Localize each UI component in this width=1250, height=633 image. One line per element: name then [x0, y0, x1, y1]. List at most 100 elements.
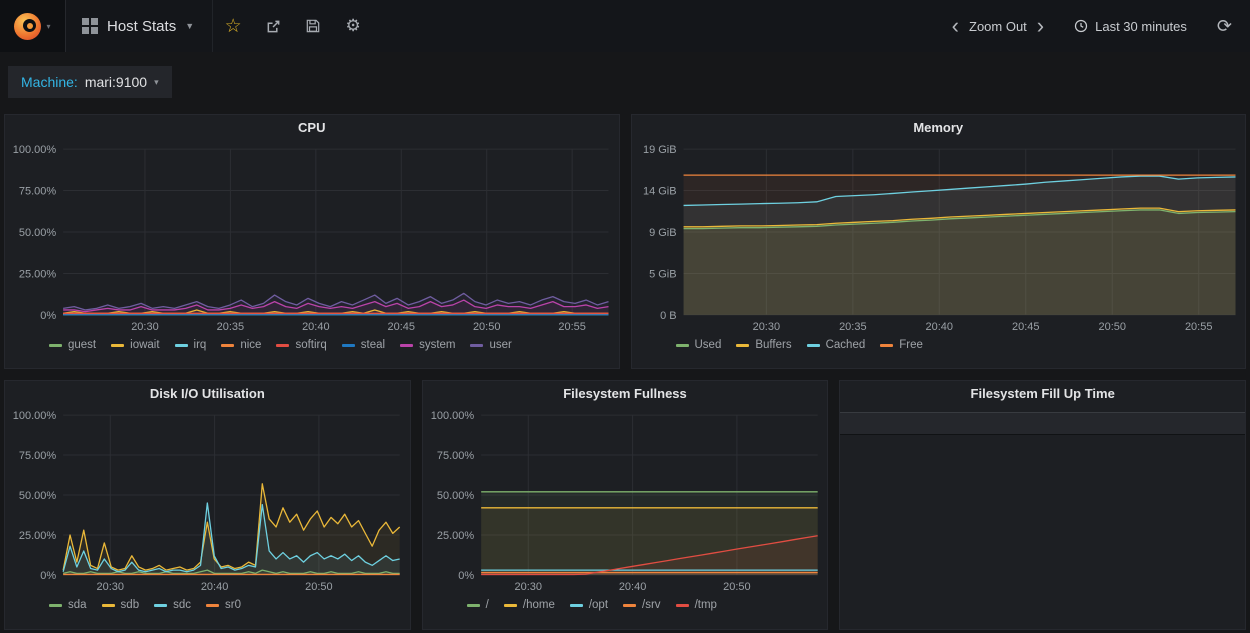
clock-icon: [1074, 19, 1088, 33]
memory-chart[interactable]: 0 B5 GiB9 GiB14 GiB19 GiB20:3020:3520:40…: [632, 141, 1246, 335]
time-shift-back-icon[interactable]: ‹: [942, 15, 969, 37]
time-range-label: Last 30 minutes: [1095, 19, 1187, 34]
series-color-swatch: [880, 344, 893, 347]
legend-item-irq[interactable]: irq: [175, 339, 207, 351]
svg-text:19 GiB: 19 GiB: [642, 144, 676, 156]
panel-filesystem-fill-up-time: Filesystem Fill Up Time: [839, 380, 1246, 630]
refresh-icon[interactable]: ⟳: [1203, 16, 1240, 37]
panel-title-filesystem-fill-up-time[interactable]: Filesystem Fill Up Time: [840, 381, 1245, 407]
share-icon[interactable]: [253, 0, 293, 52]
svg-text:20:45: 20:45: [1012, 321, 1040, 333]
panel-title-filesystem-fullness[interactable]: Filesystem Fullness: [423, 381, 828, 407]
time-shift-forward-icon[interactable]: ›: [1027, 15, 1054, 37]
svg-text:20:50: 20:50: [305, 581, 333, 593]
save-icon[interactable]: [293, 0, 333, 52]
legend-item-iowait[interactable]: iowait: [111, 339, 159, 351]
panel-filesystem-fullness: Filesystem Fullness 0% 25.00% 50.00% 75.00%…: [422, 380, 829, 630]
zoom-out-button[interactable]: Zoom Out: [969, 19, 1027, 34]
empty-table-header: [840, 412, 1245, 435]
svg-text:20:30: 20:30: [131, 321, 159, 333]
variable-value: mari:9100: [85, 74, 147, 90]
series-color-swatch: [221, 344, 234, 347]
series-label: guest: [68, 339, 96, 351]
svg-text:20:50: 20:50: [473, 321, 500, 333]
svg-text:25.00%: 25.00%: [19, 530, 56, 542]
series-label: sdb: [121, 599, 140, 611]
filesystem-fullness-chart[interactable]: 0%25.00%50.00%75.00%100.00%20:3020:4020:…: [423, 407, 828, 595]
series-color-swatch: [175, 344, 188, 347]
series-color-swatch: [467, 604, 480, 607]
svg-text:20:50: 20:50: [723, 581, 751, 593]
series-color-swatch: [206, 604, 219, 607]
machine-variable-dropdown[interactable]: Machine: mari:9100 ▾: [8, 66, 172, 98]
time-range-picker[interactable]: Last 30 minutes: [1054, 19, 1203, 34]
logo-caret-icon: ▾: [46, 22, 50, 31]
grafana-logo-icon: [14, 13, 41, 40]
legend-item-sda[interactable]: sda: [49, 599, 87, 611]
dashboard-grid: CPU 0% 25.00% 50.00% 75.00% 100.00% 20:30 20:3…: [0, 108, 1250, 630]
panel-title-memory[interactable]: Memory: [632, 115, 1246, 141]
svg-text:20:30: 20:30: [97, 581, 125, 593]
legend-item-[interactable]: /: [467, 599, 489, 611]
svg-text:0 B: 0 B: [660, 310, 677, 322]
svg-text:5 GiB: 5 GiB: [649, 268, 676, 280]
star-icon[interactable]: ☆: [213, 0, 253, 52]
panel-cpu: CPU 0%25.00%50.00%75.00%100.00%20:3020:3…: [4, 114, 620, 369]
dashboard-title-menu[interactable]: Host Stats ▼: [66, 0, 213, 52]
series-color-swatch: [676, 344, 689, 347]
legend-item-Cached[interactable]: Cached: [807, 339, 866, 351]
legend-item-softirq[interactable]: softirq: [276, 339, 326, 351]
series-label: steal: [361, 339, 385, 351]
series-color-swatch: [102, 604, 115, 607]
legend-item-Buffers[interactable]: Buffers: [736, 339, 791, 351]
series-color-swatch: [49, 604, 62, 607]
legend-item-opt[interactable]: /opt: [570, 599, 608, 611]
svg-text:50.00%: 50.00%: [437, 490, 474, 502]
svg-text:20:35: 20:35: [217, 321, 245, 333]
svg-text:20:50: 20:50: [1098, 321, 1126, 333]
svg-text:50.00%: 50.00%: [19, 227, 56, 239]
legend-item-steal[interactable]: steal: [342, 339, 385, 351]
panel-title-cpu[interactable]: CPU: [5, 115, 619, 141]
legend-item-sdc[interactable]: sdc: [154, 599, 191, 611]
legend-item-Free[interactable]: Free: [880, 339, 923, 351]
legend-item-srv[interactable]: /srv: [623, 599, 661, 611]
series-label: /: [486, 599, 489, 611]
series-color-swatch: [276, 344, 289, 347]
series-label: softirq: [295, 339, 326, 351]
svg-text:25.00%: 25.00%: [437, 530, 474, 542]
disk-io-legend: sda sdb sdc sr0: [5, 595, 410, 611]
legend-item-nice[interactable]: nice: [221, 339, 261, 351]
memory-legend: Used Buffers Cached Free: [632, 335, 1246, 351]
legend-item-sr0[interactable]: sr0: [206, 599, 241, 611]
panel-row-1: CPU 0%25.00%50.00%75.00%100.00%20:3020:3…: [4, 114, 1246, 369]
top-navbar: ▾ Host Stats ▼ ☆ ⚙ ‹ Zoom Out › Last 30 …: [0, 0, 1250, 52]
dashboard-title: Host Stats: [107, 18, 176, 35]
legend-item-tmp[interactable]: /tmp: [676, 599, 717, 611]
svg-text:75.00%: 75.00%: [437, 450, 474, 462]
legend-item-guest[interactable]: guest: [49, 339, 96, 351]
disk-io-chart[interactable]: 0%25.00%50.00%75.00%100.00%20:3020:4020:…: [5, 407, 410, 595]
cpu-chart[interactable]: 0%25.00%50.00%75.00%100.00%20:3020:3520:…: [5, 141, 619, 335]
svg-text:0%: 0%: [458, 570, 474, 582]
panel-title-disk-io[interactable]: Disk I/O Utilisation: [5, 381, 410, 407]
svg-text:25.00%: 25.00%: [19, 268, 56, 280]
time-controls: ‹ Zoom Out › Last 30 minutes ⟳: [942, 0, 1250, 52]
settings-gear-icon[interactable]: ⚙: [333, 0, 373, 52]
legend-item-Used[interactable]: Used: [676, 339, 722, 351]
series-color-swatch: [736, 344, 749, 347]
svg-text:20:35: 20:35: [839, 321, 867, 333]
legend-item-user[interactable]: user: [470, 339, 511, 351]
series-color-swatch: [504, 604, 517, 607]
series-label: /tmp: [695, 599, 717, 611]
legend-item-home[interactable]: /home: [504, 599, 555, 611]
legend-item-sdb[interactable]: sdb: [102, 599, 140, 611]
svg-text:9 GiB: 9 GiB: [649, 227, 676, 239]
svg-text:20:30: 20:30: [752, 321, 780, 333]
svg-text:100.00%: 100.00%: [13, 144, 57, 156]
series-label: system: [419, 339, 455, 351]
grafana-logo[interactable]: ▾: [0, 0, 66, 52]
svg-text:75.00%: 75.00%: [19, 186, 56, 198]
dashboard-toolbar: ☆ ⚙: [213, 0, 373, 52]
legend-item-system[interactable]: system: [400, 339, 455, 351]
